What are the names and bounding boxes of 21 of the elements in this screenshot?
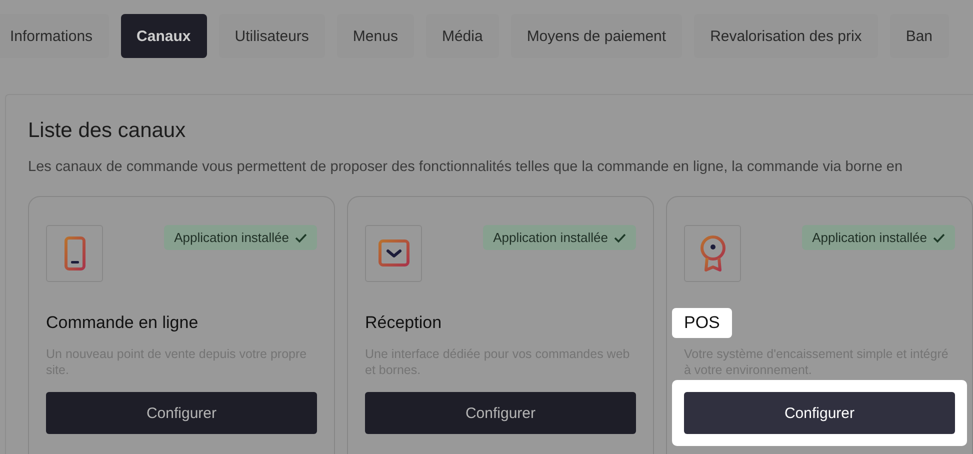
panel-title: Liste des canaux	[28, 119, 187, 143]
status-badge: Application installée	[483, 225, 636, 250]
tab[interactable]: Revalorisation des prix	[694, 14, 878, 58]
tab[interactable]: Menus	[336, 14, 414, 58]
configure-button[interactable]: Configurer	[684, 392, 955, 434]
tab[interactable]: Canaux	[120, 14, 207, 58]
configure-button[interactable]: Configurer	[365, 392, 636, 434]
tab[interactable]: Utilisateurs	[218, 14, 325, 58]
channel-title: POS	[684, 313, 720, 333]
status-badge: Application installée	[802, 225, 955, 250]
configure-button[interactable]: Configurer	[46, 392, 317, 434]
phone-icon	[64, 236, 85, 270]
status-badge: Application installée	[164, 225, 317, 250]
check-icon	[295, 232, 307, 242]
badge-icon	[700, 235, 725, 271]
panel-description: Les canaux de commande vous permettent de proposer des fonctionnalités telles que la commande en ligne, la commande via borne en	[28, 159, 904, 175]
channel-title: Réception	[365, 313, 442, 333]
tab[interactable]: Moyens de paiement	[510, 14, 682, 58]
check-icon	[933, 232, 945, 242]
channel-title: Commande en ligne	[46, 313, 198, 333]
check-icon	[614, 232, 626, 242]
